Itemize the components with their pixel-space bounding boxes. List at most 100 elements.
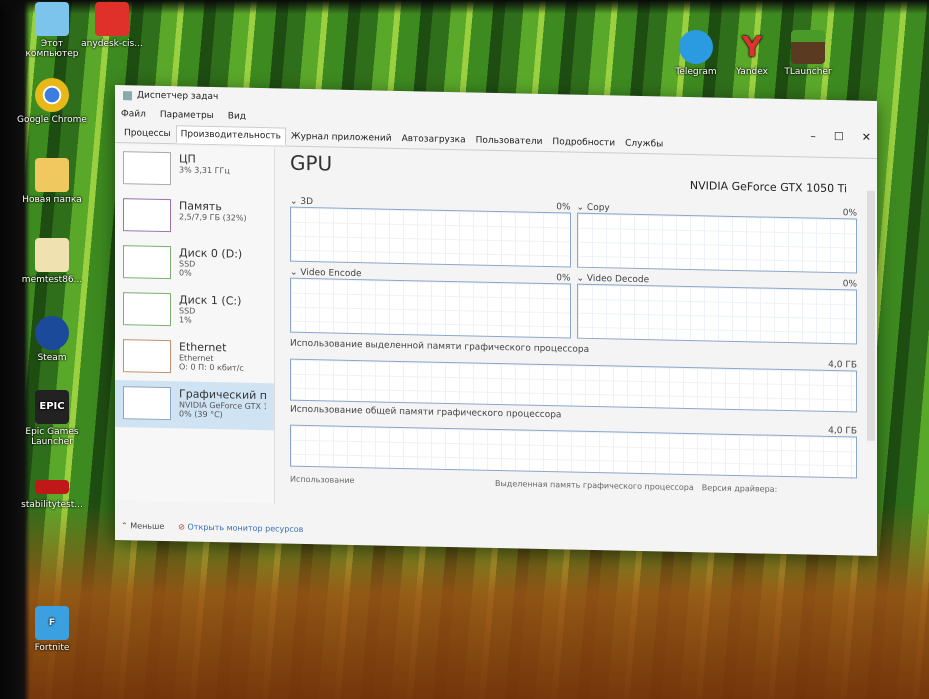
task-manager-window: Диспетчер задач – ☐ ✕ Файл Параметры Вид П… [115,85,877,556]
icon-label: Yandex [736,67,768,77]
open-resource-monitor-link[interactable]: ⊘ Открыть монитор ресурсов [178,522,303,534]
yandex-icon: Y [741,30,763,63]
desktop-icon-chrome[interactable]: Google Chrome [14,78,90,125]
epic-games-icon: EPIC [35,390,69,424]
icon-label: Новая папка [22,195,82,205]
sidebar-item-ethernet[interactable]: Ethernet Ethernet О: 0 П: 0 кбит/с [115,333,274,383]
mini-graph [123,339,171,374]
engine-value: 0% [556,273,571,284]
icon-label: anydesk-cis... [81,39,143,49]
mini-graph [123,292,171,327]
mini-graph [123,386,171,421]
engine-copy: ⌄ Copy 0% [576,203,857,274]
menu-file[interactable]: Файл [121,109,146,120]
item-detail: 0% [179,268,192,278]
close-icon[interactable]: ✕ [862,131,871,144]
graph-max: 4,0 ГБ [828,359,857,371]
desktop-icon-new-folder[interactable]: Новая папка [14,158,90,205]
engine-selector[interactable]: ⌄ Copy [577,203,610,214]
desktop-icon-stabilitytest[interactable]: stabilitytest... [14,470,90,510]
mini-graph [123,245,171,280]
item-detail: О: 0 П: 0 кбит/с [179,362,244,373]
engine-value: 0% [842,208,857,219]
icon-label: TLauncher [784,67,832,77]
engine-value: 0% [556,202,571,213]
engine-name: Copy [586,202,610,214]
item-detail: 2,5/7,9 ГБ (32%) [179,212,247,223]
engine-selector[interactable]: ⌄ Video Encode [290,268,362,279]
item-title: Диск 1 (C:) [179,293,242,308]
menu-options[interactable]: Параметры [160,110,214,121]
engine-name: Video Encode [300,267,362,280]
engine-graph [290,206,571,268]
tlauncher-icon [791,30,825,64]
menu-view[interactable]: Вид [228,111,246,121]
anydesk-icon [95,2,129,36]
steam-icon [35,316,69,350]
item-detail: 0% (39 °C) [179,409,223,420]
engine-selector[interactable]: ⌄ 3D [290,197,313,207]
icon-label: Steam [37,353,67,363]
resource-monitor-icon: ⊘ [178,522,185,532]
footer: ⌃ Меньше ⊘ Открыть монитор ресурсов [121,521,303,534]
folder-icon [35,238,69,272]
window-controls: – ☐ ✕ [810,130,871,144]
fortnite-icon: F [35,606,69,640]
gpu-panel: GPU NVIDIA GeForce GTX 1050 Ti ⌄ 3D 0% ⌄ … [290,151,857,513]
telegram-icon [679,30,713,64]
desktop-icon-epic[interactable]: EPIC Epic Games Launcher [14,390,90,447]
chevron-up-icon: ⌃ [121,521,128,531]
performance-sidebar: ЦП 3% 3,31 ГГц Память 2,5/7,9 ГБ (32%) Дис… [115,145,275,504]
desktop-icon-memtest[interactable]: memtest86... [14,238,90,285]
icon-label: Этот компьютер [25,39,79,59]
icon-label: Epic Games Launcher [25,427,79,447]
engine-graph [576,283,857,345]
tab-app-history[interactable]: Журнал приложений [286,128,397,148]
fewer-details-button[interactable]: ⌃ Меньше [121,521,164,531]
desktop-icon-fortnite[interactable]: F Fortnite [14,606,90,653]
item-title: Диск 0 (D:) [179,246,243,261]
maximize-icon[interactable]: ☐ [834,130,844,143]
icon-label: Google Chrome [17,115,87,125]
sidebar-item-disk0[interactable]: Диск 0 (D:) SSD 0% [115,239,274,289]
stat-usage: Использование [290,474,355,486]
tab-processes[interactable]: Процессы [119,124,176,143]
mini-graph [123,151,171,186]
sidebar-item-cpu[interactable]: ЦП 3% 3,31 ГГц [115,145,274,195]
tab-details[interactable]: Подробности [547,133,620,153]
graph-max: 4,0 ГБ [828,425,857,437]
tab-performance[interactable]: Производительность [175,125,286,146]
chrome-icon [35,78,69,112]
desktop-icon-tlauncher[interactable]: TLauncher [770,30,846,77]
resource-monitor-label: Открыть монитор ресурсов [187,522,304,534]
stats-row: Использование Выделенная память графичес… [290,475,857,496]
sidebar-item-disk1[interactable]: Диск 1 (C:) SSD 1% [115,286,274,336]
engine-name: Video Decode [586,273,650,286]
tab-startup[interactable]: Автозагрузка [397,130,471,150]
engine-selector[interactable]: ⌄ Video Decode [577,274,650,286]
sidebar-item-memory[interactable]: Память 2,5/7,9 ГБ (32%) [115,192,274,242]
scrollbar[interactable] [867,190,875,441]
icon-label: Telegram [675,67,717,77]
sidebar-item-gpu[interactable]: Графический про NVIDIA GeForce GTX 105 0% … [115,380,274,431]
engine-value: 0% [842,279,857,290]
engine-3d: ⌄ 3D 0% [290,197,571,268]
engine-video-encode: ⌄ Video Encode 0% [290,268,571,339]
folder-icon [35,158,69,192]
tab-users[interactable]: Пользователи [471,131,548,151]
stat-driver-version: Версия драйвера: [701,483,778,494]
icon-label: memtest86... [21,275,83,285]
stabilitytest-icon [35,480,69,494]
desktop-icon-anydesk[interactable]: anydesk-cis... [74,2,150,49]
window-title: Диспетчер задач [137,90,219,103]
fewer-details-label: Меньше [130,521,165,532]
stat-dedicated-memory: Выделенная память графического процессор… [495,478,694,493]
shared-memory-section: Использование общей памяти графического … [290,405,857,479]
mini-graph [123,198,171,233]
tab-services[interactable]: Службы [620,135,668,154]
dedicated-memory-section: Использование выделенной памяти графичес… [290,339,857,413]
item-detail: 3% 3,31 ГГц [179,165,230,176]
minimize-icon[interactable]: – [810,130,816,143]
engine-video-decode: ⌄ Video Decode 0% [576,274,857,345]
desktop-icon-steam[interactable]: Steam [14,316,90,363]
